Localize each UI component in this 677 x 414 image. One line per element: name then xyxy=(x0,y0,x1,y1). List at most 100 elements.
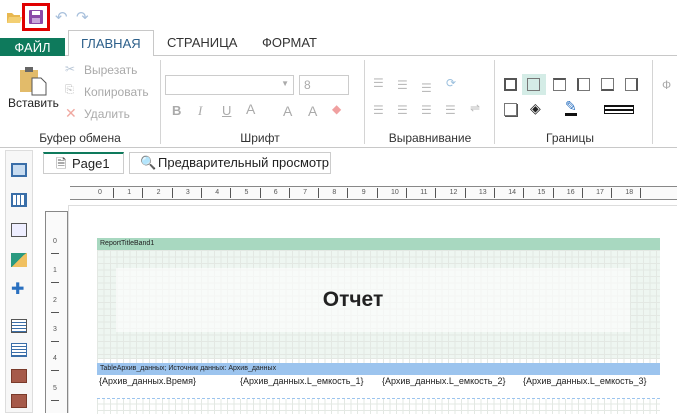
border-none-button[interactable] xyxy=(522,74,546,95)
table-icon[interactable] xyxy=(11,193,27,207)
format-group-partial: Ф xyxy=(662,78,672,92)
tab-preview[interactable]: 🔍 Предварительный просмотр xyxy=(129,152,331,174)
ruler-tick-label: 2 xyxy=(53,296,57,304)
border-color-icon[interactable]: ✎ xyxy=(565,99,577,116)
design-page: ReportTitleBand1 Отчет TableАрхив_данных… xyxy=(68,205,677,414)
ruler-tick-label: 5 xyxy=(53,384,57,392)
save-button-highlight[interactable] xyxy=(22,3,50,31)
align-left-icon[interactable]: ☰ xyxy=(373,103,384,117)
page-footer-icon[interactable] xyxy=(11,394,27,408)
shrink-font-button[interactable]: A xyxy=(308,103,317,119)
table-cell[interactable]: {Архив_данных.L_емкость_2} xyxy=(382,376,505,386)
align-right-icon[interactable]: ☰ xyxy=(421,103,432,117)
puzzle-icon[interactable]: ✚ xyxy=(11,279,27,298)
table-row[interactable]: {Архив_данных.Время} {Архив_данных.L_емк… xyxy=(97,375,660,399)
tab-format[interactable]: ФОРМАТ xyxy=(250,30,329,56)
ruler-tick xyxy=(493,188,495,198)
table-band-header[interactable]: TableАрхив_данных; Источник данных: Архи… xyxy=(97,363,660,375)
font-size-select[interactable]: 8 xyxy=(299,75,349,95)
ruler-tick-label: 10 xyxy=(391,189,399,196)
ribbon-tabs: ФАЙЛ ГЛАВНАЯ СТРАНИЦА ФОРМАТ xyxy=(0,30,677,57)
ruler-tick xyxy=(51,399,59,401)
table-cell[interactable]: {Архив_данных.Время} xyxy=(99,376,196,386)
border-left-icon[interactable] xyxy=(577,78,590,91)
tab-file[interactable]: ФАЙЛ xyxy=(0,38,65,57)
clear-format-icon[interactable]: ◆ xyxy=(332,102,341,116)
ruler-tick xyxy=(259,188,261,198)
ruler-tick-label: 3 xyxy=(185,189,190,196)
font-group-label: Шрифт xyxy=(240,131,280,145)
delete-button[interactable]: Удалить xyxy=(84,107,130,121)
wrap-text-icon[interactable]: ⇌ xyxy=(470,101,480,115)
fill-color-icon[interactable]: ◈ xyxy=(530,100,541,117)
ruler-tick-label: 4 xyxy=(53,355,57,363)
align-middle-icon[interactable]: ☰ xyxy=(397,78,408,92)
ruler-tick xyxy=(113,188,114,198)
report-title-band[interactable]: Отчет xyxy=(97,250,660,358)
cut-icon: ✂ xyxy=(65,62,76,76)
font-family-select[interactable]: ▼ xyxy=(165,75,294,95)
grow-font-button[interactable]: A xyxy=(283,103,292,119)
ruler-tick xyxy=(581,188,583,198)
ruler-tick-label: 12 xyxy=(449,189,458,196)
rotate-icon[interactable]: ⟳ xyxy=(446,76,456,90)
quick-access-toolbar: ↶ ↷ xyxy=(0,0,677,32)
table-cell[interactable]: {Архив_данных.L_емкость_1} xyxy=(240,376,363,386)
tab-page1[interactable]: 🗎 Page1 xyxy=(43,152,124,174)
font-color-button[interactable]: A xyxy=(246,101,255,117)
underline-button[interactable]: U xyxy=(222,103,231,118)
cut-button[interactable]: Вырезать xyxy=(84,63,137,77)
align-top-icon[interactable]: ☰ xyxy=(373,76,384,90)
table-cell[interactable]: {Архив_данных.L_емкость_3} xyxy=(523,376,646,386)
picture-icon[interactable] xyxy=(11,253,27,267)
ruler-tick xyxy=(640,188,642,198)
horizontal-ruler: 0 1 2 3 4 5 6 7 8 9 10 11 12 13 14 15 16 17 18 xyxy=(70,186,677,200)
ruler-tick-label: 9 xyxy=(361,189,366,196)
italic-button[interactable]: I xyxy=(198,103,202,119)
ruler-tick-label: 6 xyxy=(273,189,278,196)
redo-icon[interactable]: ↷ xyxy=(76,8,89,26)
ruler-tick xyxy=(376,188,378,198)
shadow-icon[interactable] xyxy=(504,103,517,116)
border-style-icon[interactable] xyxy=(604,105,634,114)
borders-group-label: Границы xyxy=(546,131,594,145)
ruler-tick xyxy=(347,188,349,198)
align-bottom-icon[interactable]: ☰ xyxy=(421,81,432,95)
bold-button[interactable]: B xyxy=(172,103,181,118)
border-right-icon[interactable] xyxy=(625,78,638,91)
border-all-icon[interactable] xyxy=(504,78,517,91)
ruler-tick-label: 1 xyxy=(127,189,132,196)
ruler-tick-label: 0 xyxy=(98,189,102,196)
ruler-tick-label: 4 xyxy=(215,189,220,196)
border-top-icon[interactable] xyxy=(553,78,566,91)
report-title-band-header[interactable]: ReportTitleBand1 xyxy=(97,238,660,250)
clipboard-group-label: Буфер обмена xyxy=(39,131,121,145)
page-header-icon[interactable] xyxy=(11,319,27,333)
paste-icon[interactable] xyxy=(18,66,48,96)
ruler-tick-label: 16 xyxy=(566,189,575,196)
ruler-tick xyxy=(611,188,613,198)
align-center-icon[interactable]: ☰ xyxy=(397,103,408,117)
delete-icon: ✕ xyxy=(65,105,77,121)
ruler-tick xyxy=(51,311,59,313)
open-folder-icon[interactable] xyxy=(6,10,22,24)
text-object-icon[interactable] xyxy=(11,223,27,237)
copy-button[interactable]: Копировать xyxy=(84,85,149,99)
ruler-tick xyxy=(200,188,202,198)
save-icon[interactable] xyxy=(29,10,43,24)
band-icon[interactable] xyxy=(11,163,27,177)
ruler-tick-label: 7 xyxy=(303,189,307,196)
ruler-tick xyxy=(464,188,466,198)
border-bottom-icon[interactable] xyxy=(601,78,614,91)
report-summary-icon[interactable] xyxy=(11,369,27,383)
ruler-tick xyxy=(230,188,232,198)
title-textbox[interactable]: Отчет xyxy=(116,268,630,332)
undo-icon[interactable]: ↶ xyxy=(55,8,68,26)
paste-button[interactable]: Вставить xyxy=(8,96,59,110)
tab-page[interactable]: СТРАНИЦА xyxy=(155,30,249,56)
data-band-icon[interactable] xyxy=(11,343,27,357)
page-icon: 🗎 xyxy=(56,156,67,171)
component-toolbar: ✚ xyxy=(5,150,33,413)
tab-home[interactable]: ГЛАВНАЯ xyxy=(68,30,154,57)
justify-icon[interactable]: ☰ xyxy=(445,103,456,117)
